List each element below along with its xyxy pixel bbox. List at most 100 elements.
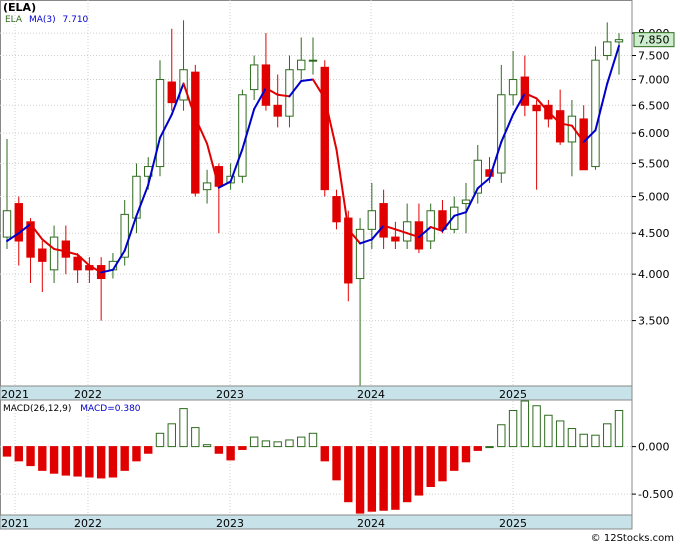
candle-body xyxy=(614,39,624,43)
legend-ma-value: 7.710 xyxy=(62,15,89,25)
last-price-text: 7.850 xyxy=(638,34,670,47)
price-axis-label: 5.000 xyxy=(638,191,670,204)
watermark: © 12Stocks.com xyxy=(590,533,674,544)
candle-body xyxy=(461,199,471,205)
macd-bar xyxy=(485,446,494,449)
macd-bar xyxy=(73,446,82,477)
candle-body xyxy=(320,66,329,191)
candle-body xyxy=(332,196,341,223)
year-label: 2023 xyxy=(216,388,244,401)
macd-bar xyxy=(450,446,459,471)
price-legend: ELA MA(3) 7.710 xyxy=(5,15,88,25)
price-axis-label: 4.000 xyxy=(638,268,670,281)
macd-bar xyxy=(308,432,318,448)
stock-chart: 3.500 4.000 4.500 5.000 5.500 6.000 6.500 7.000… xyxy=(0,0,680,546)
macd-axis-label: 0.000 xyxy=(638,441,670,454)
macd-year-label: 2024 xyxy=(357,517,385,530)
candle-body xyxy=(426,210,435,242)
price-axis-label: 7.000 xyxy=(638,74,670,87)
macd-bar xyxy=(438,446,447,482)
macd-bar xyxy=(497,424,506,448)
candle-body xyxy=(297,59,306,71)
macd-bar xyxy=(461,446,471,463)
macd-bar xyxy=(191,427,200,448)
macd-bar xyxy=(38,446,47,471)
macd-year-label: 2021 xyxy=(1,517,29,530)
candle-body xyxy=(49,236,59,271)
macd-bar xyxy=(508,410,518,448)
macd-bar xyxy=(567,428,577,448)
macd-bar xyxy=(603,423,612,448)
macd-bar xyxy=(238,446,247,450)
macd-bar xyxy=(297,436,306,448)
candle-body xyxy=(367,210,377,230)
macd-bar xyxy=(155,432,165,448)
price-axis-label: 6.000 xyxy=(638,127,670,140)
macd-bar xyxy=(132,446,141,462)
candle-body xyxy=(273,104,282,117)
candle-body xyxy=(532,104,541,112)
macd-axis-label: -0.500 xyxy=(638,488,673,501)
macd-bar xyxy=(226,446,235,461)
macd-bar xyxy=(320,446,329,462)
candle-body xyxy=(379,203,388,238)
macd-bar xyxy=(591,434,600,448)
macd-bar xyxy=(520,400,530,448)
price-axis-label: 4.500 xyxy=(638,227,670,240)
macd-legend-label: MACD(26,12,9) xyxy=(3,404,72,414)
macd-bar xyxy=(108,446,118,478)
candle-body xyxy=(249,64,259,91)
macd-bar xyxy=(555,420,565,448)
macd-bar xyxy=(96,446,106,479)
candle-body xyxy=(555,110,565,143)
candle-body xyxy=(355,228,365,280)
macd-bar xyxy=(2,446,12,457)
macd-bar xyxy=(473,446,482,451)
candle-body xyxy=(261,64,271,106)
macd-bar xyxy=(391,446,400,510)
candle-body xyxy=(238,94,247,177)
macd-bar xyxy=(332,446,341,481)
candle-body xyxy=(38,248,47,262)
year-label: 2021 xyxy=(1,388,29,401)
macd-bar xyxy=(26,446,35,467)
candle-body xyxy=(2,210,12,238)
macd-bar xyxy=(179,408,188,448)
candle-body xyxy=(61,240,71,258)
macd-legend-value: MACD=0.380 xyxy=(80,404,141,414)
candle-body xyxy=(520,76,530,106)
year-label: 2025 xyxy=(499,388,527,401)
macd-bar xyxy=(202,444,212,448)
macd-year-label: 2022 xyxy=(74,517,102,530)
candle-body xyxy=(308,59,318,62)
candle-body xyxy=(508,79,518,96)
chart-title: (ELA) xyxy=(3,1,37,14)
candle-body xyxy=(579,118,588,171)
macd-bar xyxy=(285,439,294,448)
price-axis-label: 6.500 xyxy=(638,99,670,112)
macd-year-label: 2023 xyxy=(216,517,244,530)
macd-bar xyxy=(249,436,259,448)
macd-bar xyxy=(532,405,541,448)
macd-bar xyxy=(49,446,59,474)
macd-bar xyxy=(120,446,129,471)
year-label: 2024 xyxy=(357,388,385,401)
candle-body xyxy=(191,71,200,194)
macd-bar xyxy=(144,446,153,454)
legend-ma-label: MA(3) xyxy=(28,15,56,25)
macd-bar xyxy=(426,446,435,488)
macd-bar xyxy=(214,446,224,454)
macd-bar xyxy=(355,446,365,514)
macd-bar xyxy=(273,441,282,448)
candle-body xyxy=(202,182,212,191)
macd-bar xyxy=(414,446,424,496)
macd-bar xyxy=(579,433,588,448)
macd-bar xyxy=(379,446,388,511)
price-axis-label: 7.500 xyxy=(638,50,670,63)
macd-bar xyxy=(61,446,71,476)
legend-symbol: ELA xyxy=(5,15,23,25)
candle-body xyxy=(73,256,82,271)
macd-bar xyxy=(85,446,94,478)
candle-body xyxy=(603,41,612,57)
macd-bar xyxy=(544,414,553,448)
